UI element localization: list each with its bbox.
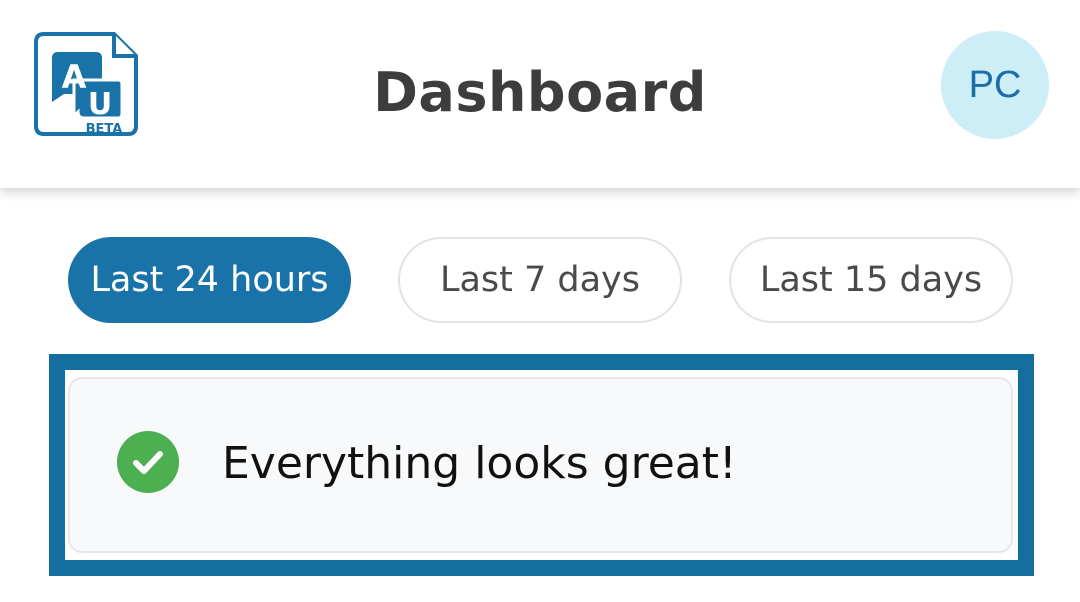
status-message: Everything looks great!: [222, 438, 737, 489]
app-header: A U BETA Dashboard PC: [0, 0, 1080, 188]
logo-letter-u: U: [88, 87, 112, 122]
page-title: Dashboard: [373, 61, 707, 124]
user-avatar[interactable]: PC: [941, 31, 1049, 139]
app-logo[interactable]: A U BETA: [34, 32, 138, 136]
time-range-filter: Last 24 hours Last 7 days Last 15 days: [0, 237, 1080, 325]
logo-letter-a: A: [62, 58, 87, 96]
filter-last-15-days[interactable]: Last 15 days: [729, 237, 1013, 323]
logo-beta-badge: BETA: [86, 122, 123, 136]
dashboard-screen: A U BETA Dashboard PC Last 24 hours Last…: [0, 0, 1080, 602]
logo-icon: A U BETA: [34, 32, 138, 136]
check-circle-icon: [117, 431, 179, 493]
avatar-initials: PC: [968, 63, 1022, 106]
filter-last-7-days[interactable]: Last 7 days: [398, 237, 682, 323]
filter-last-24-hours[interactable]: Last 24 hours: [68, 237, 351, 323]
